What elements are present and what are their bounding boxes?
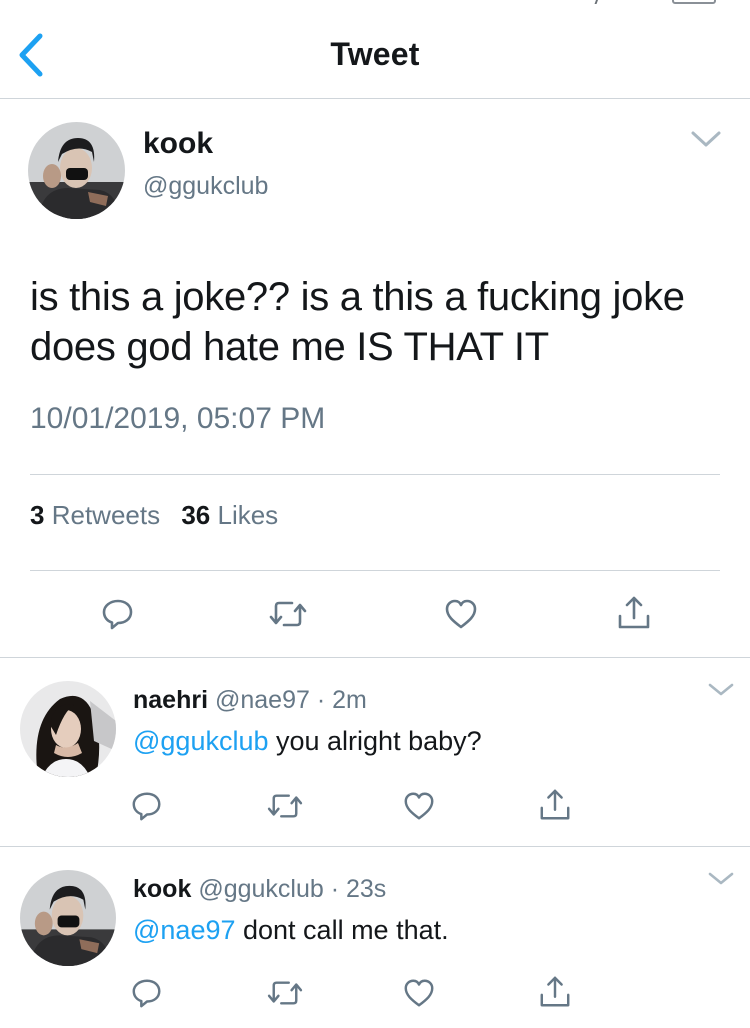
tweet-timestamp: 10/01/2019, 05:07 PM xyxy=(30,402,326,435)
reply-button[interactable] xyxy=(130,976,164,1015)
retweet-icon xyxy=(267,981,303,1005)
tweet-text: is this a joke?? is a this a fucking jok… xyxy=(30,275,685,369)
retweets-count: 3 xyxy=(30,500,45,530)
retweets-stat[interactable]: 3 Retweets xyxy=(30,500,160,530)
reply-text: @ggukclub you alright baby? xyxy=(133,726,482,757)
like-button[interactable] xyxy=(402,789,436,828)
reply-button[interactable] xyxy=(130,789,164,828)
share-button[interactable] xyxy=(616,594,652,637)
reply-text-body: you alright baby? xyxy=(268,726,482,756)
divider xyxy=(30,570,720,571)
status-bar-fragment xyxy=(586,0,600,4)
reply-header: naehri @nae97 · 2m xyxy=(133,686,367,715)
reply-icon xyxy=(132,792,161,821)
likes-label: Likes xyxy=(217,500,279,530)
likes-count: 36 xyxy=(181,500,211,530)
mention-link[interactable]: @ggukclub xyxy=(133,726,269,756)
reply-options-button[interactable] xyxy=(707,870,735,888)
reply-text-body: dont call me that. xyxy=(235,915,449,945)
chevron-down-icon xyxy=(691,131,721,147)
share-icon xyxy=(540,789,570,820)
avatar[interactable] xyxy=(28,122,125,219)
retweet-button[interactable] xyxy=(266,791,304,826)
status-bar-indicator xyxy=(672,0,716,4)
tweet-stats: 3 Retweets 36 Likes xyxy=(30,500,292,531)
mention-link[interactable]: @nae97 xyxy=(133,915,236,945)
page-title: Tweet xyxy=(330,36,420,72)
reply-author-name[interactable]: kook xyxy=(133,875,191,903)
like-button[interactable] xyxy=(443,596,479,637)
main-tweet: kook @ggukclub is this a joke?? is a thi… xyxy=(0,100,750,658)
like-icon xyxy=(404,979,434,1007)
avatar[interactable] xyxy=(20,681,116,777)
chevron-down-icon xyxy=(708,872,734,885)
tweet-options-button[interactable] xyxy=(690,128,722,150)
like-icon xyxy=(445,599,477,629)
reply-tweet[interactable]: naehri @nae97 · 2m @ggukclub you alright… xyxy=(0,659,750,847)
reply-options-button[interactable] xyxy=(707,681,735,699)
like-button[interactable] xyxy=(402,976,436,1015)
retweet-icon xyxy=(267,794,303,818)
navigation-header: Tweet xyxy=(0,0,750,99)
retweets-label: Retweets xyxy=(51,500,161,530)
author-name[interactable]: kook xyxy=(143,127,213,161)
reply-header: kook @ggukclub · 23s xyxy=(133,875,386,904)
retweet-icon xyxy=(269,601,307,627)
reply-time: 23s xyxy=(346,875,387,903)
reply-tweet[interactable]: kook @ggukclub · 23s @nae97 dont call me… xyxy=(0,848,750,1028)
reply-button[interactable] xyxy=(100,596,136,637)
reply-time: 2m xyxy=(332,686,367,714)
share-icon xyxy=(540,976,570,1007)
retweet-button[interactable] xyxy=(266,978,304,1013)
share-button[interactable] xyxy=(538,787,572,828)
reply-author-name[interactable]: naehri xyxy=(133,686,208,714)
author-handle[interactable]: @ggukclub xyxy=(143,172,268,201)
chevron-down-icon xyxy=(708,683,734,696)
divider xyxy=(30,474,720,475)
avatar[interactable] xyxy=(20,870,116,966)
reply-icon xyxy=(102,599,133,630)
like-icon xyxy=(404,792,434,820)
meta-separator: · xyxy=(316,686,326,714)
reply-icon xyxy=(132,979,161,1008)
meta-separator: · xyxy=(330,875,340,903)
likes-stat[interactable]: 36 Likes xyxy=(181,500,278,530)
reply-text: @nae97 dont call me that. xyxy=(133,915,449,946)
reply-author-handle[interactable]: @ggukclub xyxy=(198,875,323,903)
share-icon xyxy=(618,596,650,629)
retweet-button[interactable] xyxy=(268,598,308,635)
share-button[interactable] xyxy=(538,974,572,1015)
reply-author-handle[interactable]: @nae97 xyxy=(215,686,310,714)
